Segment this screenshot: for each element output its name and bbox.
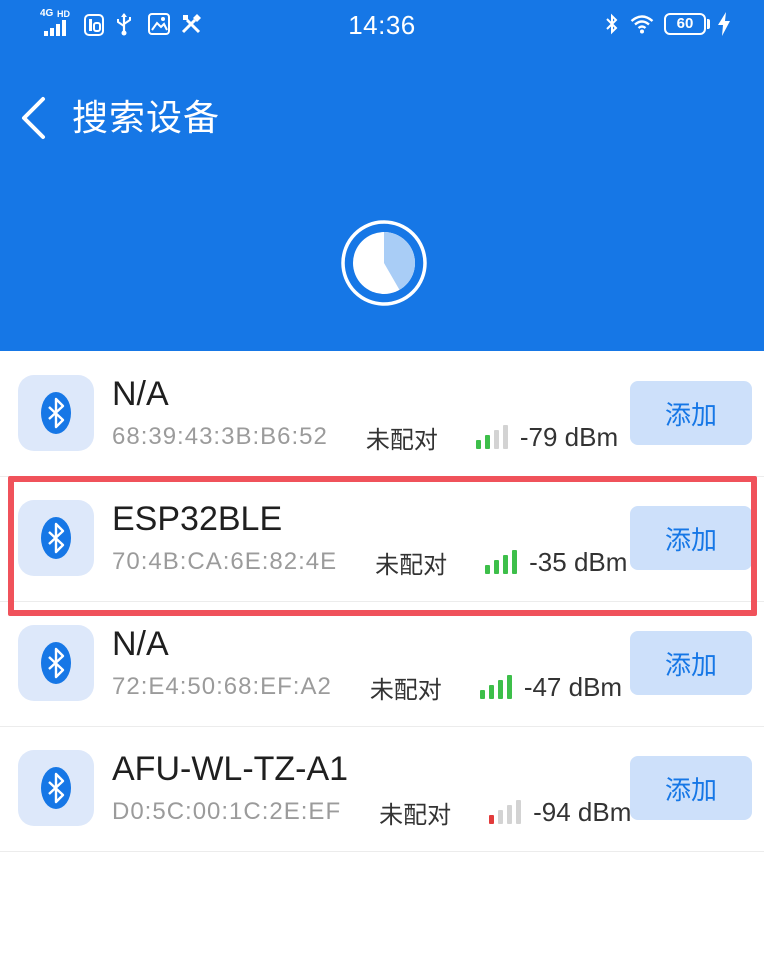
bluetooth-icon [18,625,94,701]
page-title: 搜索设备 [72,97,221,138]
bluetooth-status-icon [606,13,618,35]
signal-strength-icon [485,550,518,574]
signal-strength-icon [489,800,522,824]
signal-bar [488,685,494,699]
pair-status: 未配对 [375,551,448,579]
add-device-button[interactable]: 添加 [630,756,752,820]
device-row[interactable]: AFU-WL-TZ-A1 D0:5C:00:1C:2E:EF 未配对 -94 d… [0,727,764,852]
signal-bar [494,560,500,574]
bluetooth-icon [18,750,94,826]
signal-bar [498,810,504,824]
header-background: 4G HD 14:36 60 搜索设备 [0,0,764,351]
signal-bar [479,690,485,699]
pair-status: 未配对 [369,676,442,704]
wifi-icon [630,15,654,34]
rssi-value: -35 dBm [529,546,628,577]
signal-bar [516,800,522,824]
charging-icon [718,12,730,36]
signal-bar [506,675,512,699]
device-mac: D0:5C:00:1C:2E:EF [112,798,342,825]
add-device-button[interactable]: 添加 [630,381,752,445]
rssi-value: -47 dBm [523,671,623,702]
device-meta: D0:5C:00:1C:2E:EF 未配对 -94 dBm [112,796,632,829]
device-row[interactable]: N/A 72:E4:50:68:EF:A2 未配对 -47 dBm 添加 [0,602,764,727]
pair-status: 未配对 [365,426,438,454]
battery-nub [707,19,710,29]
add-device-button[interactable]: 添加 [630,631,752,695]
scanning-spinner-icon [341,220,427,306]
chevron-left-icon[interactable] [16,94,50,142]
rssi-value: -94 dBm [533,796,632,827]
signal-bar [503,555,509,574]
signal-bar [512,550,518,574]
device-row[interactable]: ESP32BLE 70:4B:CA:6E:82:4E 未配对 -35 dBm 添… [0,476,764,616]
bluetooth-icon [18,375,94,451]
battery-icon: 60 [664,13,706,35]
signal-bar [507,805,513,824]
signal-bar [484,435,490,449]
device-name: AFU-WL-TZ-A1 [112,750,349,788]
bluetooth-icon [18,500,94,576]
signal-strength-icon [475,425,508,449]
signal-bar [493,430,499,449]
device-mac: 68:39:43:3B:B6:52 [112,423,328,450]
signal-bar [497,680,503,699]
rssi-value: -79 dBm [519,421,619,452]
signal-bar [502,425,508,449]
device-name: ESP32BLE [112,500,283,538]
device-name: N/A [112,375,169,413]
pair-status: 未配对 [379,801,452,829]
device-mac: 72:E4:50:68:EF:A2 [112,673,332,700]
device-mac: 70:4B:CA:6E:82:4E [112,548,338,575]
signal-strength-icon [479,675,512,699]
device-meta: 68:39:43:3B:B6:52 未配对 -79 dBm [112,421,619,454]
add-device-button[interactable]: 添加 [630,506,752,570]
device-meta: 70:4B:CA:6E:82:4E 未配对 -35 dBm [112,546,628,579]
signal-bar [489,815,495,824]
device-meta: 72:E4:50:68:EF:A2 未配对 -47 dBm [112,671,623,704]
signal-bar [475,440,481,449]
device-row[interactable]: N/A 68:39:43:3B:B6:52 未配对 -79 dBm 添加 [0,352,764,477]
device-name: N/A [112,625,169,663]
signal-bar [485,565,491,574]
